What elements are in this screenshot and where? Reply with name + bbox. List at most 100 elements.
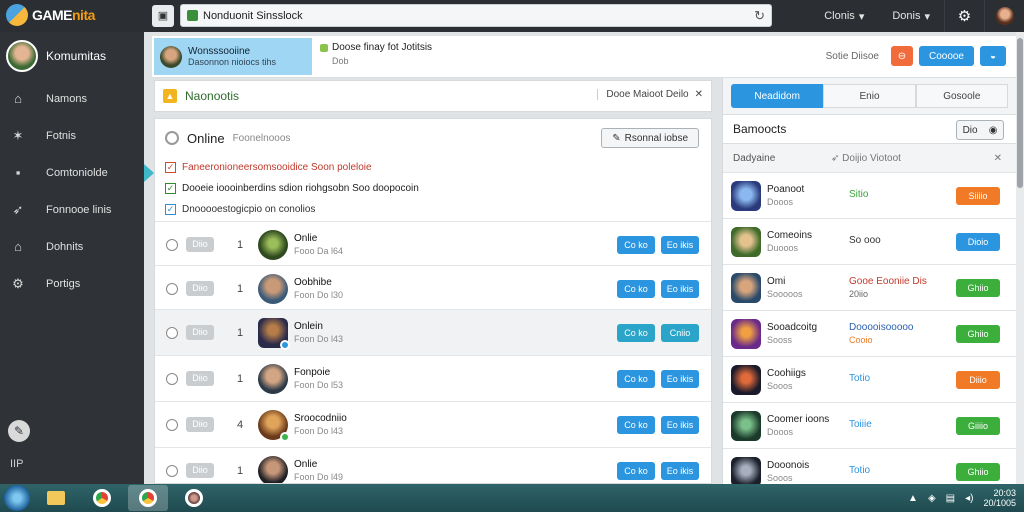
notification-subtitle: Dasonnon nioiocs tihs	[188, 57, 277, 67]
tab-3[interactable]: Gosoole	[915, 84, 1008, 108]
tray-up-icon[interactable]: ▲	[908, 493, 918, 504]
sidebar-item-details[interactable]: ⌂ Dohnits	[0, 228, 144, 265]
taskbar: ▲ ◈ ▤ ◂) 20:03 20/1005	[0, 484, 1024, 512]
close-icon[interactable]: ✕	[695, 89, 703, 100]
online-header: Online Foonelnooos ✎ Rsonnal iobse	[155, 119, 711, 157]
sidebar-item-settings[interactable]: ⚙ Portigs	[0, 265, 144, 302]
header-actions: Sotie Diisoe ⊖ Cooooe ◒	[826, 46, 1006, 66]
row-number: 4	[236, 418, 244, 431]
scrollbar[interactable]	[1016, 32, 1024, 484]
network-icon[interactable]: ▤	[946, 493, 955, 504]
row-radio[interactable]	[166, 418, 178, 431]
close-icon[interactable]: ✕	[994, 153, 1002, 164]
scroll-thumb[interactable]	[1017, 38, 1023, 188]
tab-1[interactable]: Neadidom	[731, 84, 824, 108]
shield-icon[interactable]: ◈	[928, 493, 936, 504]
user-row[interactable]: Diio 1 Onlein Foon Do l43 Co ko Cniio	[155, 309, 711, 355]
checklist-item[interactable]: ✓ Faneeronioneersomsooidice Soon poleloie	[155, 157, 711, 178]
action-button[interactable]: Dioio	[956, 232, 1000, 251]
row-button-1[interactable]: Co ko	[617, 323, 655, 342]
checklist-item[interactable]: ✓ Dooeie ioooinberdins sdion riohgsobn So…	[155, 178, 711, 199]
row-button-1[interactable]: Co ko	[617, 369, 655, 388]
system-tray: ▲ ◈ ▤ ◂) 20:03 20/1005	[908, 488, 1016, 508]
row-radio[interactable]	[166, 464, 178, 477]
action-button[interactable]: Ghiio	[956, 278, 1000, 297]
panel-subheader: Dadyaine ➶ Doijio Viotoot ✕	[733, 152, 1002, 164]
folder-icon	[47, 491, 65, 505]
online-card: Online Foonelnooos ✎ Rsonnal iobse ✓ Fanee…	[154, 118, 712, 484]
menu-2[interactable]: Donis ▾	[878, 10, 944, 23]
taskbar-app[interactable]	[174, 485, 214, 511]
row-tag: Diio	[186, 371, 214, 386]
avatar	[731, 180, 761, 211]
record-button[interactable]: ⊖	[890, 46, 913, 66]
menu-1[interactable]: Clonis ▾	[810, 10, 878, 23]
chat-icon[interactable]: ◒	[980, 46, 1006, 66]
checkbox[interactable]: ✓	[165, 183, 176, 194]
header-blue-button[interactable]: Cooooe	[918, 46, 974, 66]
gear-icon: ⚙	[12, 275, 24, 291]
row-button-1[interactable]: Co ko	[617, 415, 655, 434]
list-item[interactable]: Coomer ioons Dooos Toiiie Giiiio	[723, 402, 1016, 448]
remind-button[interactable]: ✎ Rsonnal iobse	[601, 128, 699, 148]
list-item[interactable]: Comeoins Duooos So ooo Dioio	[723, 218, 1016, 264]
sidebar-item-tools[interactable]: ✶ Fotnis	[0, 117, 144, 154]
row-button-2[interactable]: Eo ikis	[661, 461, 699, 480]
sidebar-item-home[interactable]: ⌂ Namons	[0, 80, 144, 117]
action-button[interactable]: Ghiio	[956, 324, 1000, 343]
clock[interactable]: 20:03 20/1005	[983, 488, 1016, 508]
user-sub: Foon Do l30	[294, 290, 344, 300]
checklist-item[interactable]: ✓ Dnooooestogicpio on conolios	[155, 199, 711, 220]
app-logo[interactable]: GAMEnita	[6, 4, 95, 26]
list-item[interactable]: Omi Sooooos Gooe Eooniie Dis 20iio Ghiio	[723, 264, 1016, 310]
refresh-icon[interactable]: ↻	[754, 8, 765, 24]
search-box[interactable]: ↻	[180, 4, 772, 27]
row-button-1[interactable]: Co ko	[617, 279, 655, 298]
sidebar-item-community[interactable]: ▪ Comtoniolde	[0, 154, 154, 191]
window-icon[interactable]: ▣	[152, 4, 174, 27]
user-name: Oobhibe	[294, 277, 332, 288]
taskbar-chrome[interactable]	[82, 485, 122, 511]
title-right-action[interactable]: Dooe Maioot Deilo ✕	[597, 89, 703, 100]
list-item[interactable]: Poanoot Dooos Sitio Siiiio	[723, 172, 1016, 218]
action-button[interactable]: Diiio	[956, 370, 1000, 389]
tab-2[interactable]: Enio	[823, 84, 916, 108]
sidebar-item-friends[interactable]: ➶ Fonnooe linis	[0, 191, 144, 228]
row-button-2[interactable]: Eo ikis	[661, 369, 699, 388]
row-button-1[interactable]: Co ko	[617, 235, 655, 254]
row-button-2[interactable]: Eo ikis	[661, 235, 699, 254]
sidebar-profile[interactable]: Komumitas	[0, 32, 144, 80]
settings-gear-icon[interactable]: ⚙	[944, 0, 984, 32]
row-button-2[interactable]: Eo ikis	[661, 415, 699, 434]
user-row[interactable]: Diio 1 Oobhibe Foon Do l30 Co ko Eo ikis	[155, 265, 711, 311]
user-row[interactable]: Diio 1 Fonpoie Foon Do l53 Co ko Eo ikis	[155, 355, 711, 401]
row-button-1[interactable]: Co ko	[617, 461, 655, 480]
user-row[interactable]: Diio 4 Sroocodniio Foon Do l43 Co ko Eo ik…	[155, 401, 711, 447]
action-button[interactable]: Ghiio	[956, 462, 1000, 481]
action-button[interactable]: Giiiio	[956, 416, 1000, 435]
edit-icon[interactable]: ✎	[8, 420, 30, 442]
search-input[interactable]	[203, 9, 750, 22]
checkbox[interactable]: ✓	[165, 162, 176, 173]
notification-card[interactable]: Wonsssooiine Dasonnon nioiocs tihs	[154, 38, 312, 75]
row-button-2[interactable]: Cniio	[661, 323, 699, 342]
user-avatar-button[interactable]	[984, 0, 1024, 32]
bell-icon: ▲	[163, 89, 177, 103]
checkbox[interactable]: ✓	[165, 204, 176, 215]
list-item[interactable]: Sooadcoitg Sooss Dooooisooooo Cooio Ghiio	[723, 310, 1016, 356]
start-button[interactable]	[4, 485, 30, 511]
row-radio[interactable]	[166, 372, 178, 385]
sidebar-bottom-label[interactable]: IIP	[10, 458, 23, 470]
row-radio[interactable]	[166, 326, 178, 339]
action-button[interactable]: Siiiio	[956, 186, 1000, 205]
panel-select[interactable]: Dio ◉	[956, 120, 1004, 140]
taskbar-explorer[interactable]	[36, 485, 76, 511]
row-radio[interactable]	[166, 238, 178, 251]
row-radio[interactable]	[166, 282, 178, 295]
row-button-2[interactable]: Eo ikis	[661, 279, 699, 298]
user-row[interactable]: Diio 1 Onlie Foon Do l49 Co ko Eo ikis	[155, 447, 711, 483]
user-row[interactable]: Diio 1 Onlie Fooo Da l64 Co ko Eo ikis	[155, 221, 711, 267]
volume-icon[interactable]: ◂)	[965, 493, 973, 504]
taskbar-chrome-active[interactable]	[128, 485, 168, 511]
list-item[interactable]: Coohiigs Sooos Totio Diiio	[723, 356, 1016, 402]
